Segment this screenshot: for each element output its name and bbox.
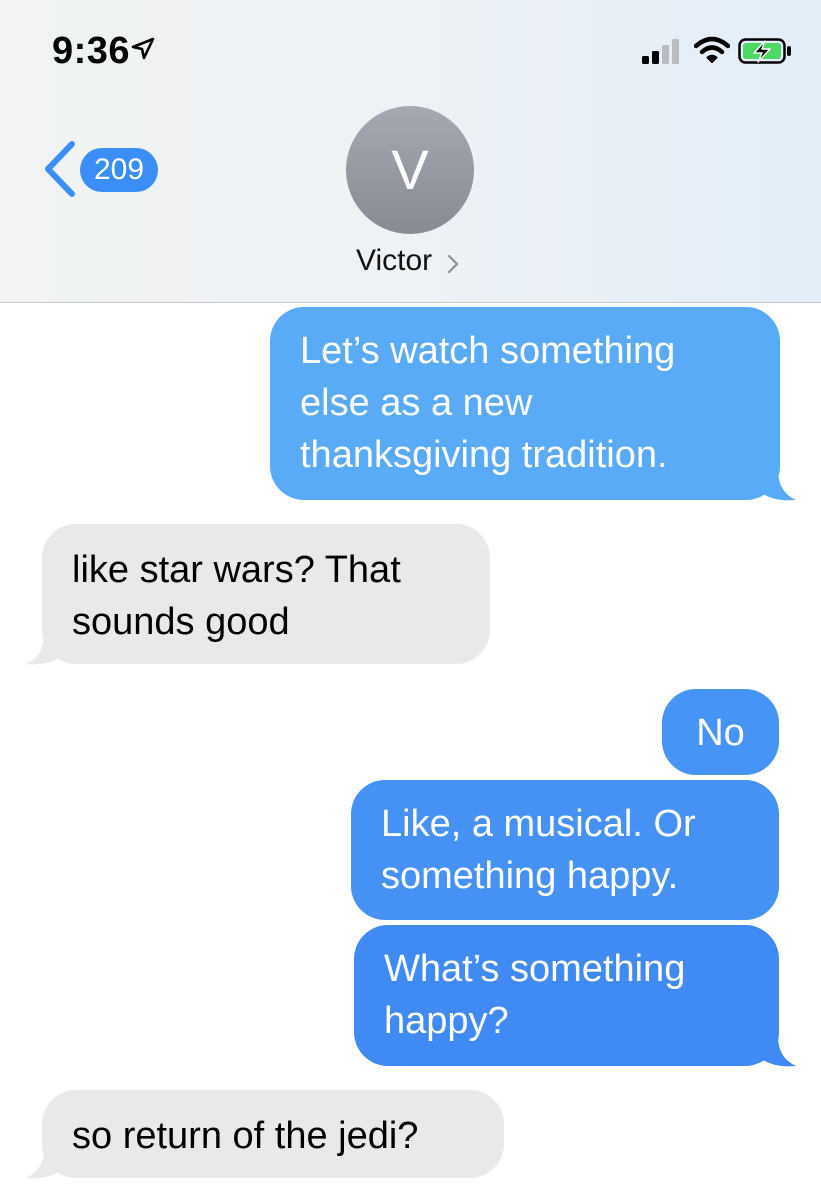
conversation-header: 9:36 209 V Victor xyxy=(0,0,821,303)
status-time: 9:36 xyxy=(52,30,131,72)
incoming-message-bubble[interactable]: like star wars? That sounds good xyxy=(42,524,490,664)
outgoing-bubble-tail xyxy=(752,470,796,501)
contact-name[interactable]: Victor xyxy=(356,244,432,278)
contact-avatar[interactable]: V xyxy=(346,106,474,234)
messages-screen: 9:36 209 V Victor Let’s watch something … xyxy=(0,0,821,1200)
incoming-bubble-tail xyxy=(26,1148,70,1179)
chevron-left-icon[interactable] xyxy=(42,140,76,198)
unread-count-badge[interactable]: 209 xyxy=(80,148,159,192)
battery-charging-icon xyxy=(738,38,791,64)
incoming-bubble-tail xyxy=(26,634,70,665)
incoming-message-bubble[interactable]: so return of the jedi? xyxy=(42,1090,504,1178)
chevron-right-icon[interactable] xyxy=(446,253,460,275)
outgoing-message-bubble[interactable]: Let’s watch something else as a new than… xyxy=(270,307,780,500)
outgoing-bubble-tail xyxy=(752,1036,796,1067)
outgoing-message-bubble[interactable]: What’s something happy? xyxy=(354,925,779,1066)
location-arrow-icon xyxy=(131,37,155,60)
outgoing-message-bubble[interactable]: Like, a musical. Or something happy. xyxy=(351,780,779,920)
outgoing-message-bubble[interactable]: No xyxy=(662,689,779,775)
cellular-signal-icon xyxy=(642,39,679,64)
wifi-icon xyxy=(694,36,730,63)
